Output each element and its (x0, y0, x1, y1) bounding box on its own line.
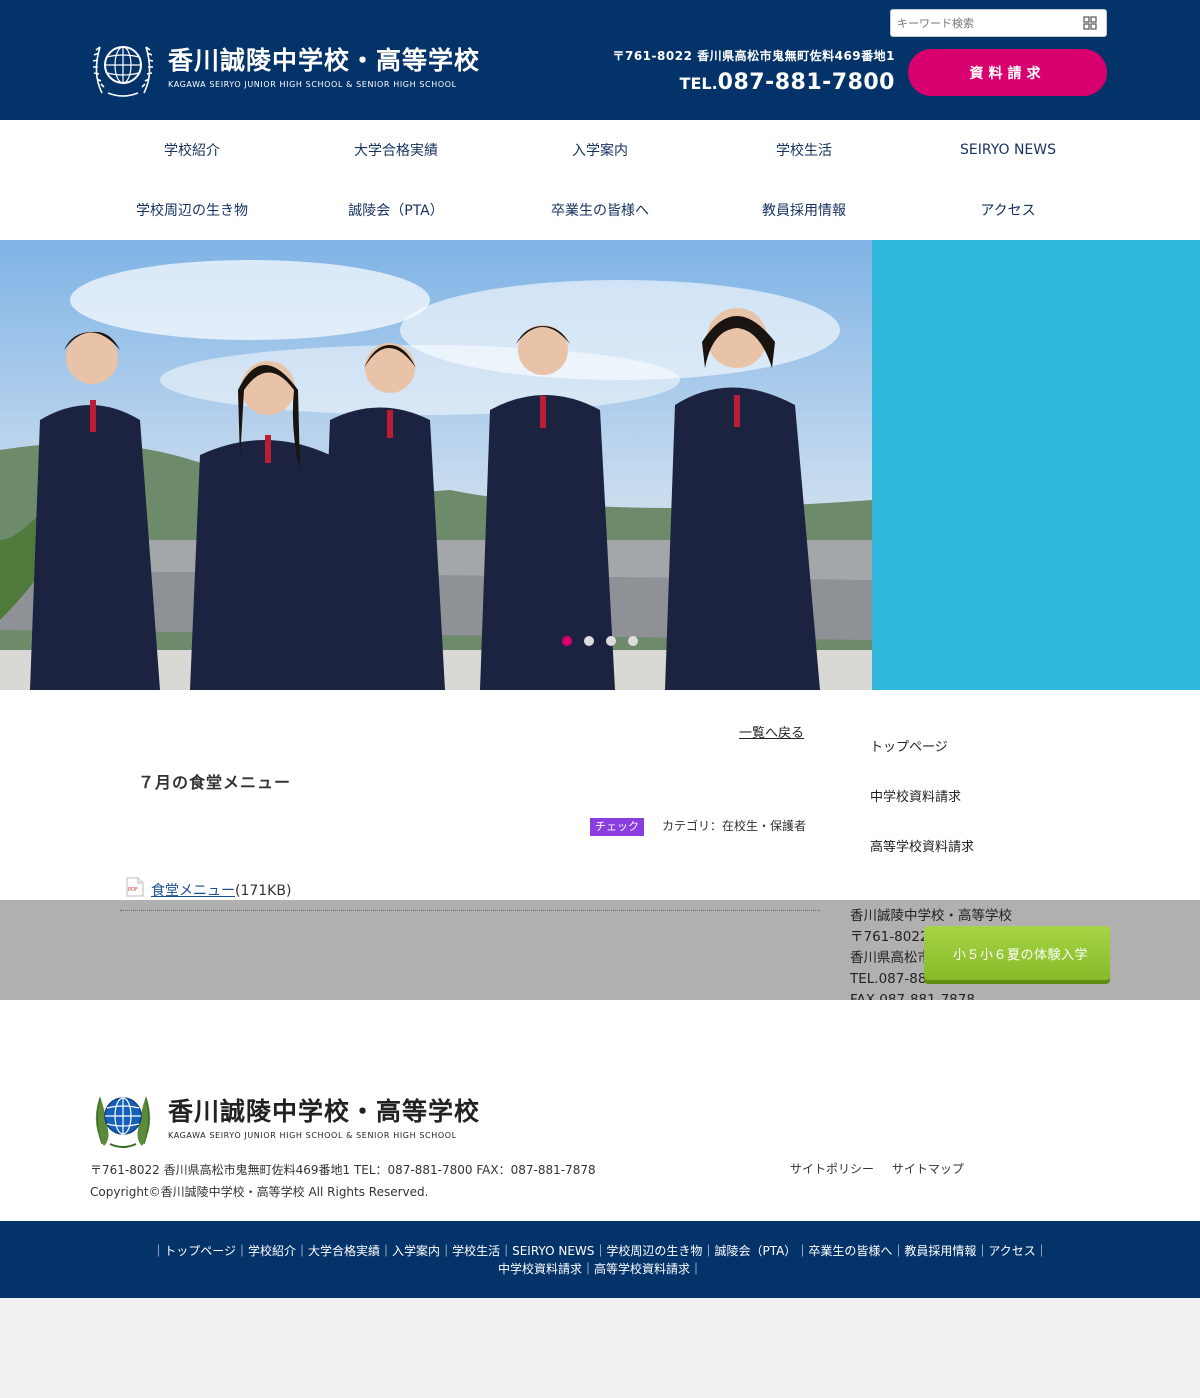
bottom-nav-school-life[interactable]: 学校生活 (452, 1244, 500, 1258)
footer-logo[interactable]: 香川誠陵中学校・高等学校 KAGAWA SEIRYO JUNIOR HIGH S… (90, 1084, 480, 1152)
header-tel: TEL.087-881-7800 (680, 70, 895, 95)
school-emblem-icon (95, 1096, 151, 1148)
bottom-nav-access[interactable]: アクセス (988, 1244, 1035, 1258)
sidebar-link-top[interactable]: トップページ (870, 738, 974, 788)
sidebar-link-hs-request[interactable]: 高等学校資料請求 (870, 838, 974, 888)
bottom-nav-hs-request[interactable]: 高等学校資料請求 (594, 1262, 690, 1276)
school-emblem-icon (92, 46, 154, 97)
nav-item-admission[interactable]: 入学案内 (498, 120, 702, 180)
nav-item-school-life[interactable]: 学校生活 (702, 120, 906, 180)
pdf-download-link[interactable]: 食堂メニュー (151, 883, 235, 899)
back-to-list-label: 一覧へ戻る (739, 726, 805, 741)
trial-admission-button[interactable]: 小５小６夏の体験入学 (924, 926, 1110, 980)
bottom-nav-news[interactable]: SEIRYO NEWS (512, 1244, 594, 1258)
hero-photo (0, 240, 872, 690)
nav-item-recruit[interactable]: 教員採用情報 (702, 180, 906, 240)
nav-item-about[interactable]: 学校紹介 (90, 120, 294, 180)
sitemap-link[interactable]: サイトマップ (888, 1162, 964, 1176)
bottom-nav-row-2: 中学校資料請求｜高等学校資料請求｜ (497, 1262, 703, 1276)
main-nav: 学校紹介 大学合格実績 入学案内 学校生活 SEIRYO NEWS 学校周辺の生… (0, 120, 1200, 240)
pdf-file-size: (171KB) (235, 883, 292, 899)
trial-button-label: 小５小６夏の体験入学 (952, 947, 1088, 963)
nav-item-news[interactable]: SEIRYO NEWS (906, 120, 1110, 180)
slider-dot[interactable] (628, 636, 638, 646)
slider-dot[interactable] (606, 636, 616, 646)
bottom-nav-jhs-request[interactable]: 中学校資料請求 (498, 1262, 582, 1276)
divider (120, 910, 820, 911)
nav-item-pta[interactable]: 誠陵会（PTA） (294, 180, 498, 240)
back-to-list-link[interactable]: 一覧へ戻る (738, 722, 804, 741)
request-materials-button[interactable]: 資料請求 (908, 49, 1107, 96)
bottom-nav-results[interactable]: 大学合格実績 (308, 1244, 380, 1258)
bottom-nav-recruit[interactable]: 教員採用情報 (904, 1244, 976, 1258)
hero-side-panel (872, 240, 1200, 690)
slider-dot[interactable] (584, 636, 594, 646)
bottom-nav-creatures[interactable]: 学校周辺の生き物 (606, 1244, 702, 1258)
copyright: Copyright©香川誠陵中学校・高等学校 All Rights Reserv… (90, 1185, 429, 1199)
search-icon[interactable] (1083, 16, 1097, 30)
header-logo[interactable]: 香川誠陵中学校・高等学校 KAGAWA SEIRYO JUNIOR HIGH S… (90, 33, 480, 101)
bottom-nav: ｜トップページ｜学校紹介｜大学合格実績｜入学案内｜学校生活｜SEIRYO NEW… (0, 1221, 1200, 1298)
search-input[interactable] (891, 10, 1071, 36)
site-header: 香川誠陵中学校・高等学校 KAGAWA SEIRYO JUNIOR HIGH S… (0, 0, 1200, 120)
site-footer: 香川誠陵中学校・高等学校 KAGAWA SEIRYO JUNIOR HIGH S… (0, 1000, 1200, 1221)
nav-item-alumni[interactable]: 卒業生の皆様へ (498, 180, 702, 240)
school-name-en: KAGAWA SEIRYO JUNIOR HIGH SCHOOL & SENIO… (168, 79, 457, 89)
site-policy-link[interactable]: サイトポリシー (790, 1162, 874, 1176)
nav-row-2: 学校周辺の生き物 誠陵会（PTA） 卒業生の皆様へ 教員採用情報 アクセス (90, 180, 1110, 240)
nav-row-1: 学校紹介 大学合格実績 入学案内 学校生活 SEIRYO NEWS (90, 120, 1110, 180)
nav-item-access[interactable]: アクセス (906, 180, 1110, 240)
tel-number[interactable]: 087-881-7800 (718, 70, 895, 95)
tel-prefix: TEL. (679, 74, 718, 93)
bottom-nav-top[interactable]: トップページ (164, 1244, 236, 1258)
footer-links: サイトポリシー サイトマップ (790, 1160, 964, 1177)
bottom-nav-admission[interactable]: 入学案内 (392, 1244, 440, 1258)
nav-item-university-results[interactable]: 大学合格実績 (294, 120, 498, 180)
search-box (890, 9, 1107, 37)
sidebar-link-jhs-request[interactable]: 中学校資料請求 (870, 788, 974, 838)
bottom-nav-about[interactable]: 学校紹介 (248, 1244, 296, 1258)
nav-item-creatures[interactable]: 学校周辺の生き物 (90, 180, 294, 240)
bottom-nav-pta[interactable]: 誠陵会（PTA） (714, 1244, 796, 1258)
pdf-file-icon: PDF (126, 877, 144, 897)
footer-address: 〒761-8022 香川県高松市鬼無町佐料469番地1 TEL：087-881-… (90, 1163, 596, 1177)
pdf-icon-label: PDF (128, 887, 138, 893)
post-title: ７月の食堂メニュー (138, 773, 292, 792)
check-badge: チェック (590, 818, 644, 836)
post-content: 一覧へ戻る ７月の食堂メニュー チェック カテゴリ：在校生・保護者 PDF 食堂… (0, 690, 1200, 900)
slider-dot[interactable] (562, 636, 572, 646)
footer-school-name-en: KAGAWA SEIRYO JUNIOR HIGH SCHOOL & SENIO… (168, 1130, 457, 1140)
post-category: カテゴリ：在校生・保護者 (662, 819, 807, 833)
hero-slider (0, 240, 1200, 690)
header-address: 〒761-8022 香川県高松市鬼無町佐料469番地1 (612, 49, 895, 63)
bottom-nav-row-1: ｜トップページ｜学校紹介｜大学合格実績｜入学案内｜学校生活｜SEIRYO NEW… (152, 1244, 1048, 1258)
bottom-nav-alumni[interactable]: 卒業生の皆様へ (808, 1244, 892, 1258)
school-name-jp: 香川誠陵中学校・高等学校 (168, 45, 481, 75)
pdf-download: 食堂メニュー(171KB) (151, 880, 291, 900)
contact-school-name: 香川誠陵中学校・高等学校 (850, 908, 1012, 924)
footer-school-name-jp: 香川誠陵中学校・高等学校 (168, 1096, 481, 1126)
sidebar-links: トップページ 中学校資料請求 高等学校資料請求 (870, 738, 974, 888)
slider-dots (562, 636, 638, 646)
